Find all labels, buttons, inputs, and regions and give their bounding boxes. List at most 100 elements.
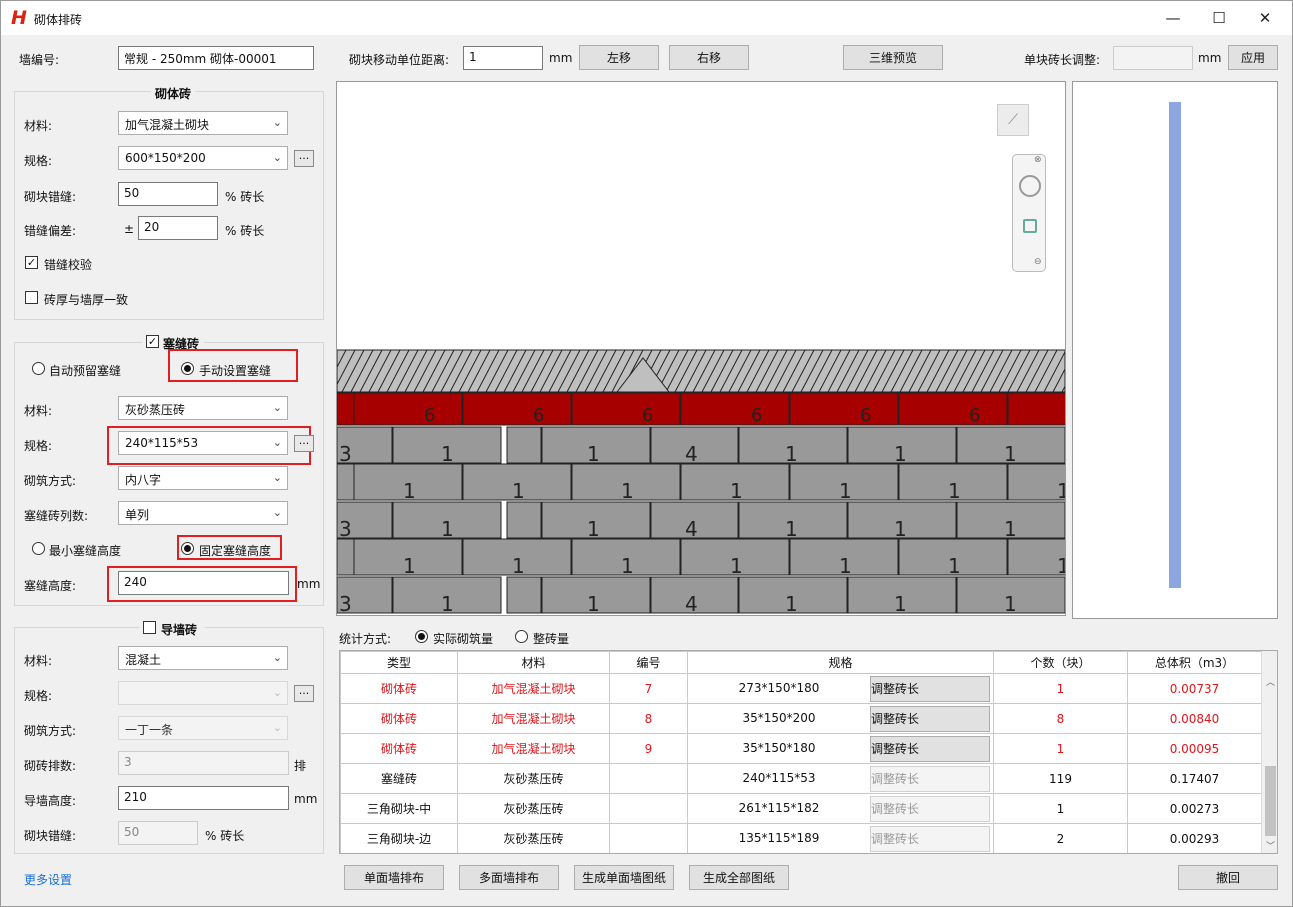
column-header[interactable]: 类型 [340, 651, 458, 674]
manual-filler-radio[interactable] [181, 362, 194, 375]
adjust-length-button[interactable]: 调整砖长 [870, 825, 990, 852]
stats-table: 类型 材料 编号 规格 个数（块） 总体积（m3） 砌体砖 加气混凝土砌块 7 273*150*… [340, 651, 1262, 853]
spec-cell: 135*115*189 调整砖长 [687, 823, 994, 853]
count-cell: 2 [993, 823, 1128, 853]
scroll-down-icon[interactable]: ﹀ [1266, 839, 1275, 852]
brick-length-adjust-input[interactable] [1113, 46, 1193, 70]
spec-cell: 261*115*182 调整砖长 [687, 793, 994, 824]
generate-single-drawing-button[interactable]: 生成单面墙图纸 [574, 865, 674, 890]
thickness-match-checkbox[interactable] [25, 291, 38, 304]
move-distance-label: 砌块移动单位距离: [349, 53, 450, 67]
material-label: 材料: [24, 119, 53, 133]
adjust-length-button[interactable]: 调整砖长 [870, 765, 990, 792]
masonry-brick [337, 538, 355, 576]
filler-method-select[interactable]: 内八字 ⌄ [118, 466, 288, 490]
spec-value: 273*150*180 [738, 681, 820, 695]
brick-label: 1 [1004, 442, 1017, 466]
brick-label: 1 [587, 592, 600, 615]
window-title: 砌体排砖 [34, 13, 83, 27]
column-header[interactable]: 材料 [457, 651, 610, 674]
stagger-input[interactable]: 50 [118, 182, 218, 206]
whole-count-radio[interactable] [515, 630, 528, 643]
masonry-spec-select[interactable]: 600*150*200 ⌄ [118, 146, 288, 170]
filler-material-select[interactable]: 灰砂蒸压砖 ⌄ [118, 396, 288, 420]
material-cell: 灰砂蒸压砖 [457, 763, 610, 794]
column-header[interactable]: 编号 [609, 651, 688, 674]
chevron-down-icon: ⌄ [272, 151, 282, 164]
table-row[interactable]: 砌体砖 加气混凝土砌块 8 35*150*200 调整砖长 8 0.00840 [340, 703, 1262, 734]
filler-spec-select[interactable]: 240*115*53 ⌄ [118, 431, 288, 455]
guide-method-select[interactable]: 一丁一条 ⌄ [118, 716, 288, 740]
zoom-icon[interactable] [1023, 219, 1037, 233]
volume-cell: 0.00293 [1127, 823, 1262, 853]
adjust-length-button[interactable]: 调整砖长 [870, 795, 990, 822]
more-settings-link[interactable]: 更多设置 [24, 871, 72, 888]
thickness-match-label: 砖厚与墙厚一致 [44, 293, 129, 307]
side-view-canvas[interactable] [1072, 81, 1278, 619]
table-scrollbar[interactable]: ︿ ﹀ [1261, 651, 1277, 853]
nav-close-icon[interactable]: ⊗ [1034, 155, 1042, 165]
generate-all-drawings-button[interactable]: 生成全部图纸 [689, 865, 789, 890]
masonry-spec-more-button[interactable]: ... [294, 150, 314, 167]
adjust-length-button[interactable]: 调整砖长 [870, 735, 990, 762]
nav-min-icon[interactable]: ⊖ [1034, 257, 1042, 267]
adjust-length-button[interactable]: 调整砖长 [870, 705, 990, 732]
3d-preview-button[interactable]: 三维预览 [843, 45, 943, 70]
minimize-icon[interactable]: — [1150, 1, 1196, 35]
auto-filler-radio[interactable] [32, 362, 45, 375]
min-height-label: 最小塞缝高度 [49, 544, 122, 558]
table-row[interactable]: 砌体砖 加气混凝土砌块 9 35*150*180 调整砖长 1 0.00095 [340, 733, 1262, 764]
column-header[interactable]: 规格 [687, 651, 994, 674]
guide-material-select[interactable]: 混凝土 ⌄ [118, 646, 288, 670]
brick-label: 6 [642, 405, 653, 426]
filler-height-label: 塞缝高度: [24, 579, 77, 593]
brick-label: 1 [621, 554, 634, 578]
fixed-height-radio[interactable] [181, 542, 194, 555]
close-icon[interactable]: ✕ [1242, 1, 1288, 35]
title-bar: H 砌体排砖 — ☐ ✕ [1, 1, 1292, 35]
masonry-material-select[interactable]: 加气混凝土砌块 ⌄ [118, 111, 288, 135]
column-header[interactable]: 总体积（m3） [1127, 651, 1262, 674]
table-row[interactable]: 砌体砖 加气混凝土砌块 7 273*150*180 调整砖长 1 0.00737 [340, 673, 1262, 704]
guide-enable-checkbox[interactable] [143, 621, 156, 634]
guide-height-input[interactable]: 210 [118, 786, 289, 810]
table-row[interactable]: 三角砌块-中 灰砂蒸压砖 261*115*182 调整砖长 1 0.00273 [340, 793, 1262, 824]
actual-count-radio[interactable] [415, 630, 428, 643]
multi-wall-layout-button[interactable]: 多面墙排布 [459, 865, 559, 890]
manual-filler-label: 手动设置塞缝 [199, 364, 272, 378]
adjust-length-button[interactable]: 调整砖长 [870, 675, 990, 702]
column-header[interactable]: 个数（块） [993, 651, 1128, 674]
guide-height-label: 导墙高度: [24, 794, 77, 808]
move-distance-input[interactable]: 1 [463, 46, 543, 70]
min-height-radio[interactable] [32, 542, 45, 555]
brick-label: 1 [948, 554, 961, 578]
move-left-button[interactable]: 左移 [579, 45, 659, 70]
wall-canvas[interactable]: 6666666311411111111113114111111111131141… [336, 81, 1066, 616]
viewcube-icon[interactable]: ⟋ [997, 104, 1029, 136]
filler-brick [680, 392, 790, 426]
scroll-up-icon[interactable]: ︿ [1266, 675, 1275, 688]
table-row[interactable]: 塞缝砖 灰砂蒸压砖 240*115*53 调整砖长 119 0.17407 [340, 763, 1262, 794]
filler-spec-more-button[interactable]: ... [294, 435, 314, 452]
table-row[interactable]: 三角砌块-边 灰砂蒸压砖 135*115*189 调整砖长 2 0.00293 [340, 823, 1262, 853]
wall-id-label: 墙编号: [19, 53, 60, 67]
guide-stagger-input[interactable]: 50 [118, 821, 198, 845]
orbit-wheel-icon[interactable] [1019, 175, 1041, 197]
deviation-input[interactable]: 20 [138, 216, 218, 240]
stagger-check-checkbox[interactable]: ✓ [25, 256, 38, 269]
filler-enable-checkbox[interactable]: ✓ [146, 335, 159, 348]
guide-spec-more-button[interactable]: ... [294, 685, 314, 702]
filler-height-input[interactable]: 240 [118, 571, 289, 595]
scroll-thumb[interactable] [1265, 766, 1276, 836]
single-wall-layout-button[interactable]: 单面墙排布 [344, 865, 444, 890]
wall-id-field[interactable]: 常规 - 250mm 砌体-00001 [118, 46, 314, 70]
maximize-icon[interactable]: ☐ [1196, 1, 1242, 35]
apply-button[interactable]: 应用 [1228, 45, 1278, 70]
brick-label: 3 [339, 442, 352, 466]
guide-rows-input[interactable]: 3 [118, 751, 289, 775]
undo-button[interactable]: 撤回 [1178, 865, 1278, 890]
guide-spec-select[interactable]: ⌄ [118, 681, 288, 705]
move-right-button[interactable]: 右移 [669, 45, 749, 70]
filler-cols-select[interactable]: 单列 ⌄ [118, 501, 288, 525]
brick-label: 1 [948, 479, 961, 503]
